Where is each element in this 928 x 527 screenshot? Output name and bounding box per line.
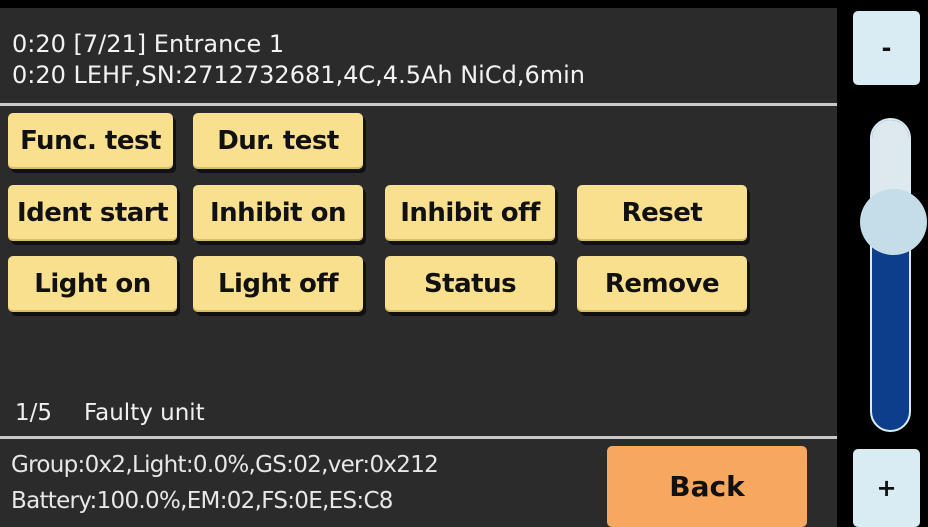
inhibit-off-button[interactable]: Inhibit off xyxy=(385,185,555,241)
light-on-button[interactable]: Light on xyxy=(8,256,177,312)
slider-track[interactable] xyxy=(870,118,911,432)
ident-start-button[interactable]: Ident start xyxy=(8,185,177,241)
remove-button[interactable]: Remove xyxy=(577,256,747,312)
page-indicator: 1/5 xyxy=(15,400,53,426)
plus-button[interactable]: + xyxy=(853,449,920,527)
status-text: Faulty unit xyxy=(84,400,205,426)
device-info-line-2: Battery:100.0%,EM:02,FS:0E,ES:C8 xyxy=(11,488,393,514)
footer-divider xyxy=(0,436,837,439)
dur-test-button[interactable]: Dur. test xyxy=(193,113,363,169)
device-header: 0:20 [7/21] Entrance 1 0:20 LEHF,SN:2712… xyxy=(0,8,837,103)
light-off-button[interactable]: Light off xyxy=(193,256,363,312)
status-button[interactable]: Status xyxy=(385,256,555,312)
device-info-line-1: Group:0x2,Light:0.0%,GS:02,ver:0x212 xyxy=(11,452,439,478)
back-button[interactable]: Back xyxy=(607,446,807,527)
slider-thumb[interactable] xyxy=(860,189,927,256)
func-test-button[interactable]: Func. test xyxy=(8,113,173,169)
device-details: 0:20 LEHF,SN:2712732681,4C,4.5Ah NiCd,6m… xyxy=(12,61,585,89)
inhibit-on-button[interactable]: Inhibit on xyxy=(193,185,363,241)
device-info: Group:0x2,Light:0.0%,GS:02,ver:0x212 Bat… xyxy=(11,447,439,519)
header-divider xyxy=(0,103,837,106)
status-line: 1/5 Faulty unit xyxy=(15,400,205,426)
reset-button[interactable]: Reset xyxy=(577,185,747,241)
device-title: 0:20 [7/21] Entrance 1 xyxy=(12,30,285,58)
minus-button[interactable]: - xyxy=(853,11,920,85)
